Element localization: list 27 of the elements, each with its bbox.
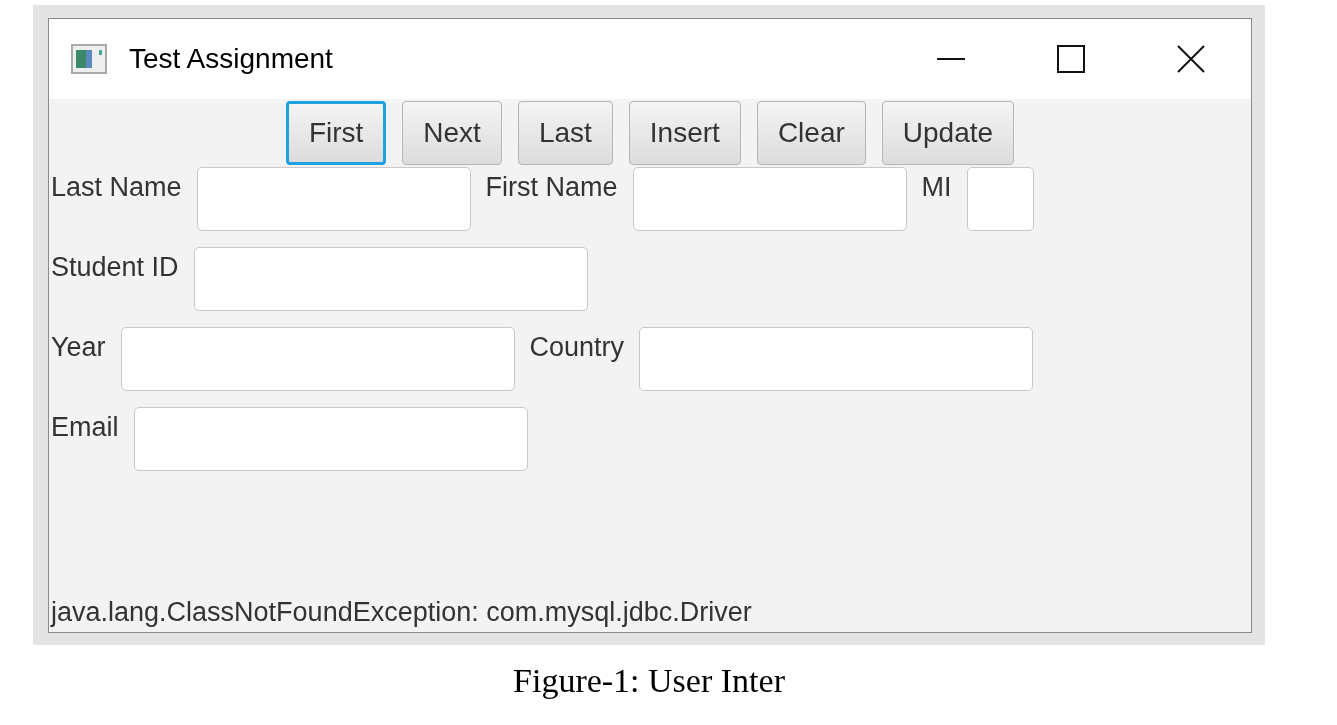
field-label: Email (51, 411, 119, 444)
text-field[interactable] (120, 327, 515, 391)
figure-caption: Figure-1: User Inter (513, 661, 785, 701)
field-label: Student ID (51, 251, 179, 284)
text-field[interactable] (966, 167, 1034, 231)
minimize-icon (937, 58, 965, 60)
text-field[interactable] (196, 167, 471, 231)
text-field[interactable] (639, 327, 1034, 391)
field-label: Year (51, 331, 106, 364)
field-label: Last Name (51, 171, 182, 204)
close-icon (1177, 45, 1205, 73)
toolbar-button[interactable]: Insert (628, 101, 741, 165)
field-label: First Name (485, 171, 618, 204)
field-label: MI (921, 171, 952, 204)
text-field[interactable] (193, 247, 588, 311)
text-field[interactable] (133, 407, 528, 471)
field-label: Country (529, 331, 625, 364)
toolbar-button[interactable]: Next (402, 101, 502, 165)
toolbar-button[interactable]: Last (517, 101, 613, 165)
toolbar-button[interactable]: Update (881, 101, 1015, 165)
app-window-icon (71, 44, 107, 74)
maximize-icon (1057, 45, 1085, 73)
window-title: Test Assignment (129, 42, 333, 76)
toolbar-button[interactable]: Clear (756, 101, 866, 165)
text-field[interactable] (632, 167, 907, 231)
toolbar-button[interactable]: First (285, 101, 387, 165)
status-message: java.lang.ClassNotFoundException: com.mysql.jdbc.Driver (49, 596, 753, 630)
